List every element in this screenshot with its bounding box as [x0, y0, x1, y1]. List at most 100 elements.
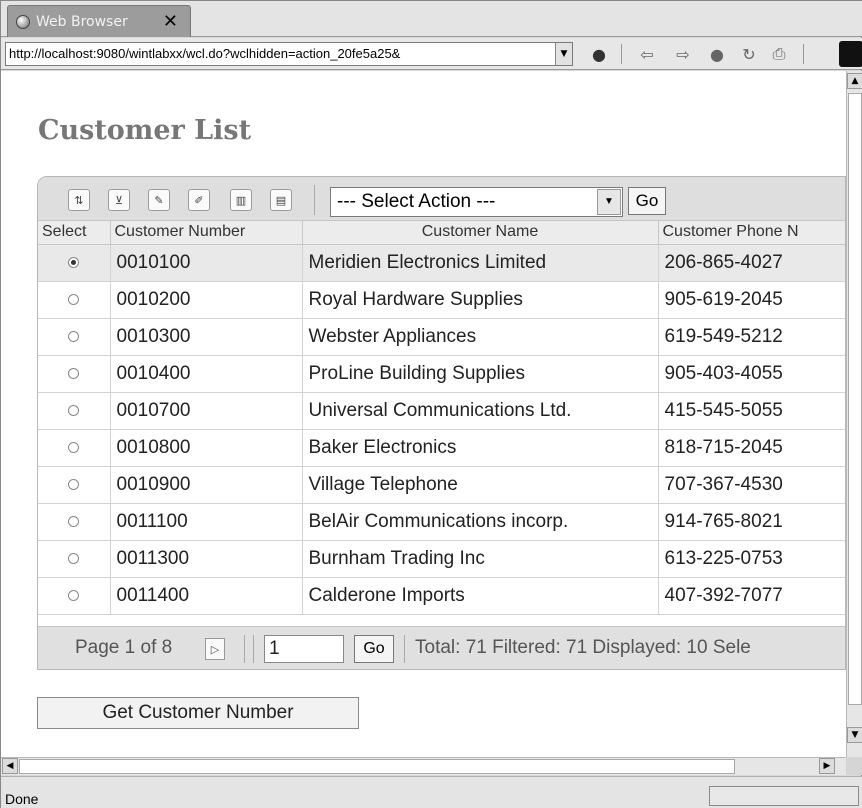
row-radio-button[interactable]	[68, 293, 80, 305]
customer-phone-cell: 613-225-0753	[658, 540, 845, 578]
forward-icon[interactable]: ⇨	[673, 44, 693, 64]
next-page-icon[interactable]: ▷	[205, 638, 225, 660]
page-indicator: Page 1 of 8	[75, 637, 173, 658]
scroll-down-icon[interactable]: ▼	[847, 727, 862, 743]
table-row[interactable]: 0010300 Webster Appliances 619-549-5212	[38, 318, 845, 356]
chevron-down-icon[interactable]: ▼	[597, 189, 621, 215]
toolbar-separator	[314, 185, 315, 215]
expand-columns-icon[interactable]: ⇅	[68, 189, 90, 211]
edit-icon[interactable]: ✎	[148, 189, 170, 211]
action-go-button[interactable]: Go	[628, 187, 666, 215]
action-select-value: --- Select Action ---	[337, 191, 496, 212]
print-icon[interactable]: ⎙	[769, 44, 789, 64]
row-select-cell	[38, 503, 111, 541]
customer-name-cell: Baker Electronics	[302, 429, 659, 467]
customer-name-cell: BelAir Communications incorp.	[302, 503, 659, 541]
toolbar-separator	[803, 44, 804, 64]
stop-icon[interactable]: ●	[707, 44, 727, 64]
customer-name-cell: Calderone Imports	[302, 577, 659, 615]
column-header-select[interactable]: Select	[38, 221, 111, 245]
customer-name-cell: Burnham Trading Inc	[302, 540, 659, 578]
refresh-icon[interactable]: ↻	[739, 44, 759, 64]
row-select-cell	[38, 318, 111, 356]
row-radio-button[interactable]	[68, 367, 80, 379]
customer-phone-cell: 206-865-4027	[658, 244, 845, 282]
row-select-cell	[38, 281, 111, 319]
grid-pager: Page 1 of 8 ▷ 1 Go Total: 71 Filtered: 7…	[38, 626, 845, 669]
customer-number-cell: 0011300	[110, 540, 303, 578]
row-select-cell	[38, 244, 111, 282]
customer-table: Select Customer Number Customer Name Cus…	[38, 221, 845, 615]
address-toolbar: http://localhost:9080/wintlabxx/wcl.do?w…	[1, 38, 862, 70]
row-radio-button[interactable]	[68, 404, 80, 416]
grid-totals: Total: 71 Filtered: 71 Displayed: 10 Sel…	[415, 637, 751, 658]
customer-number-cell: 0010100	[110, 244, 303, 282]
row-radio-button[interactable]	[68, 330, 80, 342]
back-icon[interactable]: ⇦	[637, 44, 657, 64]
table-row[interactable]: 0010900 Village Telephone 707-367-4530	[38, 466, 845, 504]
get-customer-number-button[interactable]: Get Customer Number	[37, 697, 359, 729]
customer-number-cell: 0010800	[110, 429, 303, 467]
clear-filter-icon[interactable]: ✐	[188, 189, 210, 211]
table-row[interactable]: 0011400 Calderone Imports 407-392-7077	[38, 577, 845, 615]
table-row[interactable]: 0010200 Royal Hardware Supplies 905-619-20…	[38, 281, 845, 319]
horizontal-scroll-thumb[interactable]	[19, 759, 735, 774]
row-select-cell	[38, 466, 111, 504]
filter-icon[interactable]: ⊻	[108, 189, 130, 211]
url-dropdown-icon[interactable]: ▼	[555, 43, 572, 65]
customer-grid: ⇅ ⊻ ✎ ✐ ▥ ▤ --- Select Action --- ▼ Go S…	[37, 176, 846, 670]
pager-separator	[244, 635, 245, 663]
customer-name-cell: Royal Hardware Supplies	[302, 281, 659, 319]
pager-separator	[404, 635, 405, 663]
pager-separator	[253, 635, 254, 663]
columns-icon[interactable]: ▥	[230, 189, 252, 211]
row-radio-button[interactable]	[68, 589, 80, 601]
customer-number-cell: 0010200	[110, 281, 303, 319]
table-header-row: Select Customer Number Customer Name Cus…	[38, 221, 845, 245]
table-row[interactable]: 0010700 Universal Communications Ltd. 415-…	[38, 392, 845, 430]
delete-icon[interactable]: ▤	[270, 189, 292, 211]
scroll-right-icon[interactable]: ▶	[819, 758, 835, 774]
row-radio-button[interactable]	[68, 256, 80, 268]
customer-name-cell: Universal Communications Ltd.	[302, 392, 659, 430]
table-row[interactable]: 0010400 ProLine Building Supplies 905-403-…	[38, 355, 845, 393]
globe-icon	[16, 14, 30, 29]
row-radio-button[interactable]	[68, 515, 80, 527]
customer-number-cell: 0010900	[110, 466, 303, 504]
action-select[interactable]: --- Select Action --- ▼	[330, 187, 623, 217]
table-row[interactable]: 0011100 BelAir Communications incorp. 914-…	[38, 503, 845, 541]
row-radio-button[interactable]	[68, 552, 80, 564]
page-go-button[interactable]: Go	[354, 635, 394, 663]
column-header-customer-number[interactable]: Customer Number	[110, 221, 303, 245]
customer-phone-cell: 707-367-4530	[658, 466, 845, 504]
scroll-left-icon[interactable]: ◀	[2, 758, 18, 774]
tab-title: Web Browser	[36, 13, 128, 30]
url-field[interactable]: http://localhost:9080/wintlabxx/wcl.do?w…	[5, 42, 573, 66]
row-select-cell	[38, 392, 111, 430]
browser-window: Web Browser ✕ http://localhost:9080/wint…	[0, 0, 862, 808]
row-radio-button[interactable]	[68, 478, 80, 490]
page-number-input[interactable]: 1	[264, 635, 344, 663]
customer-number-cell: 0011400	[110, 577, 303, 615]
column-header-customer-name[interactable]: Customer Name	[302, 221, 659, 245]
status-text: Done	[5, 791, 39, 807]
row-radio-button[interactable]	[68, 441, 80, 453]
toolbar-separator	[621, 44, 622, 64]
grid-toolbar: ⇅ ⊻ ✎ ✐ ▥ ▤ --- Select Action --- ▼ Go	[38, 177, 845, 221]
table-row[interactable]: 0011300 Burnham Trading Inc 613-225-0753	[38, 540, 845, 578]
column-header-customer-phone[interactable]: Customer Phone N	[658, 221, 845, 245]
status-bar: Done	[1, 776, 862, 808]
close-tab-icon[interactable]: ✕	[163, 11, 178, 32]
table-row[interactable]: 0010800 Baker Electronics 818-715-2045	[38, 429, 845, 467]
go-url-icon[interactable]: ●	[589, 44, 609, 64]
toolbar-menu-icon[interactable]	[839, 41, 862, 67]
vertical-scrollbar[interactable]: ▲ ▼	[846, 71, 862, 757]
customer-phone-cell: 905-403-4055	[658, 355, 845, 393]
tab-web-browser[interactable]: Web Browser ✕	[7, 5, 191, 37]
table-row[interactable]: 0010100 Meridien Electronics Limited 206-8…	[38, 244, 845, 282]
horizontal-scrollbar[interactable]: ◀ ▶	[1, 757, 846, 775]
scroll-up-icon[interactable]: ▲	[847, 73, 862, 89]
vertical-scroll-thumb[interactable]	[848, 93, 862, 705]
customer-name-cell: Meridien Electronics Limited	[302, 244, 659, 282]
customer-number-cell: 0010300	[110, 318, 303, 356]
